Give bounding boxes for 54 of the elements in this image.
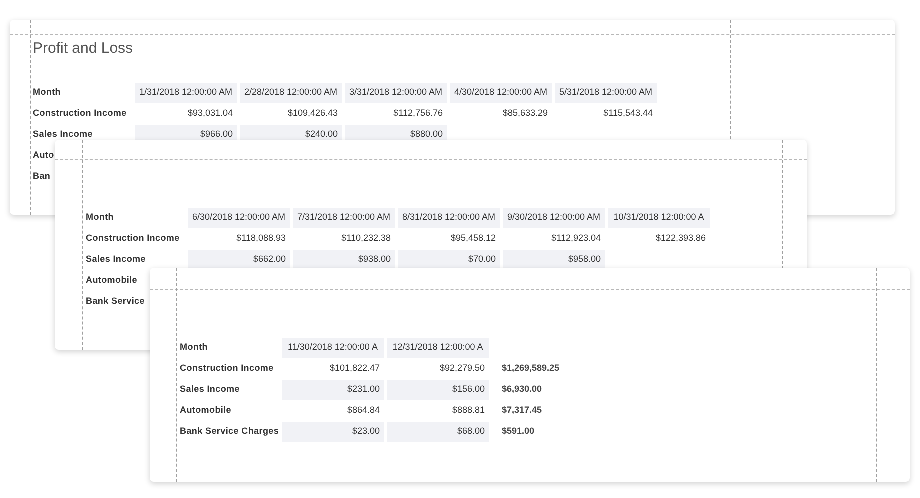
- column-header: 5/31/2018 12:00:00 AM: [555, 83, 657, 103]
- row-label: Sales Income: [180, 383, 241, 396]
- table-cell-text: $118,088.93: [236, 232, 287, 246]
- column-header: 8/31/2018 12:00:00 AM: [398, 208, 500, 228]
- row-label: Construction Income: [33, 107, 128, 120]
- table-cell-text: $92,279.50: [438, 362, 486, 376]
- row-label: Bank Service Charges: [180, 425, 279, 438]
- row-label: Month: [180, 341, 209, 354]
- row-label: Bank Service: [86, 295, 146, 308]
- column-header: 11/30/2018 12:00:00 A: [282, 338, 384, 358]
- row-label: Automobile: [180, 404, 232, 418]
- report-title: Profit and Loss: [33, 40, 134, 58]
- total-cell-text: $591.00: [501, 425, 535, 438]
- table-cell: $958.00: [503, 250, 605, 270]
- row-label: Automobile: [86, 274, 138, 288]
- column-header: 4/30/2018 12:00:00 AM: [450, 83, 552, 103]
- table-cell-text: $110,232.38: [340, 232, 392, 246]
- total-cell-text: $7,317.45: [501, 404, 542, 418]
- table-cell-text: $112,756.76: [392, 107, 444, 120]
- column-header: 2/28/2018 12:00:00 AM: [240, 83, 342, 103]
- row-label: Sales Income: [86, 253, 147, 266]
- table-cell-text: $864.84: [346, 404, 381, 418]
- row-label: Month: [86, 211, 115, 224]
- row-label: Construction Income: [180, 362, 275, 376]
- table-cell-text: $115,543.44: [602, 107, 654, 120]
- table-cell: $662.00: [188, 250, 290, 270]
- column-header: 1/31/2018 12:00:00 AM: [135, 83, 237, 103]
- column-header: 12/31/2018 12:00:00 A: [387, 338, 489, 358]
- column-header: 6/30/2018 12:00:00 AM: [188, 208, 290, 228]
- table-cell-text: $85,633.29: [502, 107, 549, 120]
- table-cell-text: $112,923.04: [550, 232, 602, 246]
- table-cell: $156.00: [387, 380, 489, 400]
- table-cell: $938.00: [293, 250, 395, 270]
- column-header: 7/31/2018 12:00:00 AM: [293, 208, 395, 228]
- table-cell-text: $93,031.04: [186, 107, 234, 120]
- column-header: 10/31/2018 12:00:00 A: [608, 208, 710, 228]
- column-header: 3/31/2018 12:00:00 AM: [345, 83, 447, 103]
- table-cell-text: $122,393.86: [654, 232, 707, 246]
- column-header: 9/30/2018 12:00:00 AM: [503, 208, 605, 228]
- row-label: Month: [33, 86, 62, 100]
- table-cell: $23.00: [282, 422, 384, 442]
- table-cell-text: $888.81: [451, 404, 486, 418]
- table-cell: $70.00: [398, 250, 500, 270]
- table-cell: $68.00: [387, 422, 489, 442]
- table-cell-text: $101,822.47: [328, 362, 381, 376]
- total-cell-text: $1,269,589.25: [501, 362, 560, 376]
- table-cell: $231.00: [282, 380, 384, 400]
- table-cell-text: $95,458.12: [450, 232, 497, 246]
- table-cell-text: $109,426.43: [286, 107, 339, 120]
- row-label: Construction Income: [86, 232, 181, 246]
- total-cell-text: $6,930.00: [501, 383, 542, 396]
- row-label: Auto: [33, 149, 56, 162]
- row-label: Ban: [33, 170, 52, 184]
- row-label: Sales Income: [33, 128, 94, 142]
